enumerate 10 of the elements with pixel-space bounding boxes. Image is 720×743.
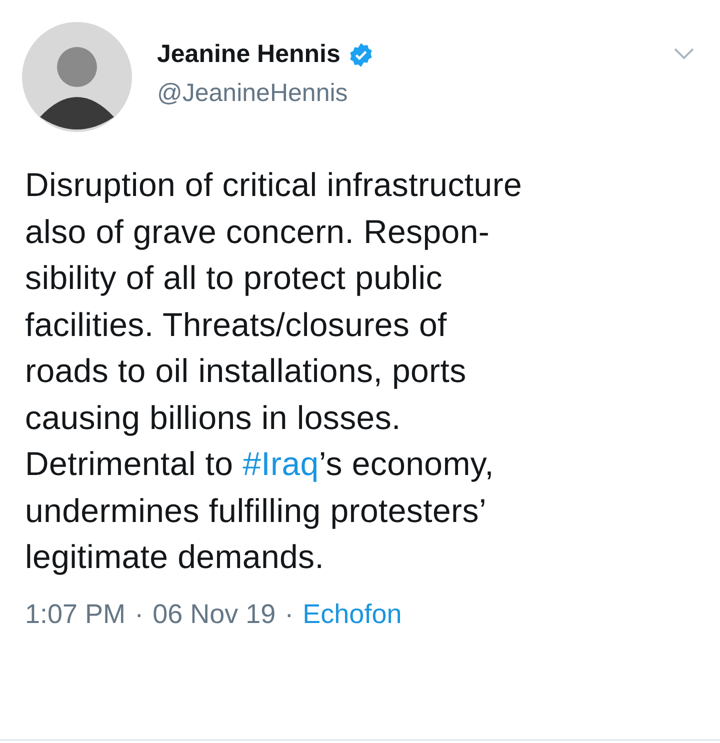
tweet-time: 1:07 PM	[25, 598, 126, 630]
source-link[interactable]: Echofon	[302, 598, 402, 630]
avatar-icon[interactable]	[22, 22, 132, 132]
author-handle[interactable]: @JeanineHennis	[157, 79, 674, 108]
hashtag-link[interactable]: #Iraq	[242, 445, 319, 482]
separator-dot: ·	[134, 598, 144, 630]
author-name[interactable]: Jeanine Hennis	[157, 40, 340, 69]
separator-dot: ·	[284, 598, 294, 630]
tweet-date: 06 Nov 19	[152, 598, 276, 630]
tweet-text: Disruption of critical infrastructure also of grave concern. Respon- sibility of all to protect public facilities. Threats/closures of roads to oil installations, ports causing billions in losses. Detrimental to #Iraq’s economy, undermines fulfilling protesters’ legitimate demands.	[25, 165, 524, 577]
